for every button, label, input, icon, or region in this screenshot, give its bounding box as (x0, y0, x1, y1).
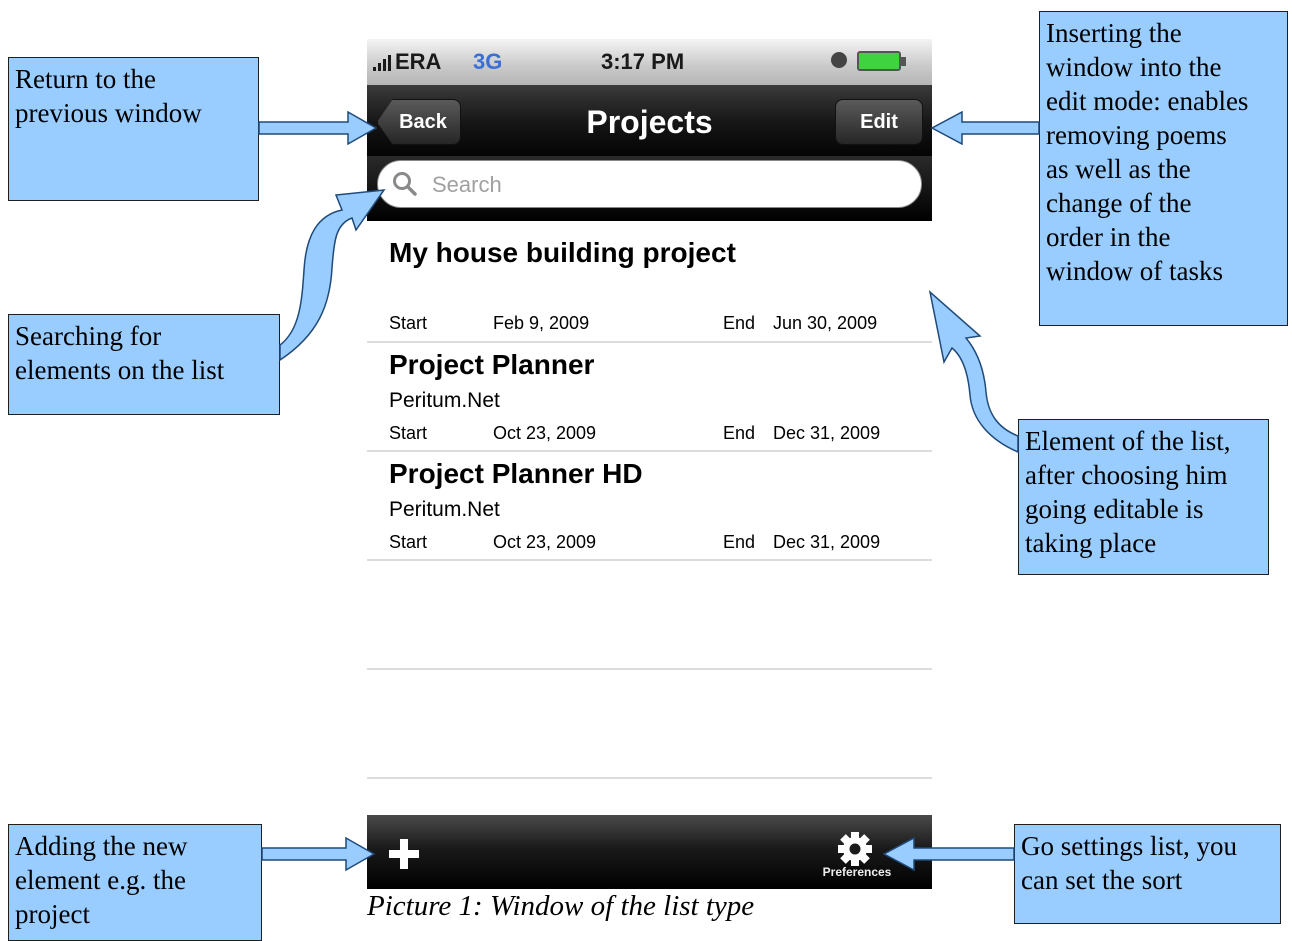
project-organization: Peritum.Net (389, 389, 500, 412)
status-time: 3:17 PM (601, 49, 685, 74)
project-name: Project Planner HD (389, 458, 643, 489)
phone-screen: ERA 3G 3:17 PM Back Projects Edit My hou… (367, 39, 932, 889)
start-label: Start (389, 423, 428, 443)
end-date: Dec 31, 2009 (773, 532, 881, 552)
bottom-toolbar: Preferences (367, 815, 932, 889)
page-title: Projects (586, 104, 713, 140)
callout-preferences: Go settings list, you can set the sort (1014, 824, 1281, 924)
arrow-edit-icon (930, 110, 1040, 146)
back-button[interactable]: Back (377, 99, 461, 145)
search-icon (392, 171, 418, 202)
battery-icon (857, 51, 901, 71)
project-organization: Peritum.Net (389, 498, 500, 521)
list-item[interactable]: Project Planner HD Peritum.Net Start Oct… (367, 452, 932, 560)
plus-icon[interactable] (387, 837, 421, 876)
battery-cap (901, 57, 906, 66)
row-divider (367, 777, 932, 779)
callout-back: Return to the previous window (8, 57, 259, 201)
list-item[interactable]: My house building project Start Feb 9, 2… (367, 221, 932, 342)
start-date: Feb 9, 2009 (493, 313, 590, 333)
search-field[interactable] (377, 160, 922, 208)
arrow-add-icon (261, 836, 376, 872)
end-label: End (723, 532, 756, 552)
carrier-label: ERA (395, 49, 442, 74)
network-label: 3G (473, 49, 503, 74)
alarm-clock-icon (831, 52, 847, 68)
callout-edit: Inserting the window into the edit mode:… (1039, 11, 1288, 326)
search-input[interactable] (430, 169, 904, 201)
project-name: Project Planner (389, 349, 595, 380)
list-item[interactable]: Project Planner Peritum.Net Start Oct 23… (367, 343, 932, 451)
project-name: My house building project (389, 237, 736, 268)
start-date: Oct 23, 2009 (493, 423, 597, 443)
start-date: Oct 23, 2009 (493, 532, 597, 552)
callout-add: Adding the new element e.g. the project (8, 824, 262, 941)
row-divider (367, 668, 932, 670)
end-label: End (723, 423, 756, 443)
start-label: Start (389, 313, 428, 333)
signal-icon (373, 51, 395, 77)
end-date: Dec 31, 2009 (773, 423, 881, 443)
arrow-back-icon (258, 110, 378, 146)
figure-caption: Picture 1: Window of the list type (367, 890, 755, 922)
start-label: Start (389, 532, 428, 552)
end-date: Jun 30, 2009 (773, 313, 878, 333)
preferences-label[interactable]: Preferences (805, 865, 909, 879)
end-label: End (723, 313, 756, 333)
callout-list: Element of the list, after choosing him … (1018, 419, 1269, 575)
callout-search: Searching for elements on the list (8, 314, 280, 415)
navigation-bar: Back Projects Edit (367, 85, 932, 163)
arrow-list-icon (928, 289, 1019, 454)
search-bar (367, 156, 932, 221)
status-bar: ERA 3G 3:17 PM (367, 39, 932, 86)
row-divider (367, 559, 932, 561)
edit-button[interactable]: Edit (835, 99, 923, 145)
